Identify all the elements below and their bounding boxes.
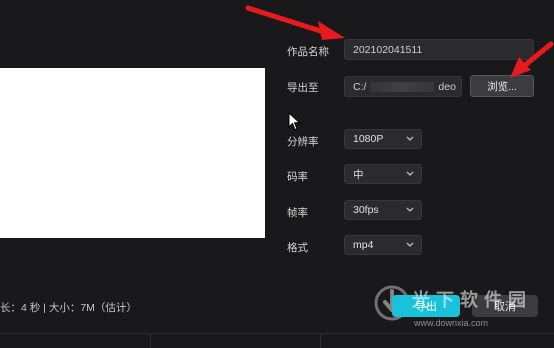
bitrate-select[interactable]: 中 [344, 164, 422, 184]
mouse-pointer-icon [288, 112, 301, 131]
browse-button[interactable]: 浏览... [470, 75, 534, 97]
timeline-tick [320, 334, 321, 348]
resolution-value: 1080P [353, 133, 384, 145]
path-suffix: deo [438, 80, 456, 93]
name-label: 作品名称 [287, 46, 329, 58]
chevron-down-icon [405, 205, 415, 215]
format-label: 格式 [287, 242, 308, 254]
framerate-label: 帧率 [287, 207, 308, 219]
name-value: 202102041511 [353, 43, 423, 56]
resolution-label: 分辨率 [287, 136, 319, 148]
framerate-select[interactable]: 30fps [344, 200, 422, 220]
path-redacted [370, 81, 435, 92]
watermark-url: www.downxia.com [414, 318, 489, 328]
format-select[interactable]: mp4 [344, 235, 422, 255]
bottom-divider [0, 333, 554, 334]
export-estimate-status: 长：4 秒 | 大小：7M（估计） [0, 302, 137, 314]
format-value: mp4 [353, 239, 374, 251]
chevron-down-icon [405, 240, 415, 250]
chevron-down-icon [405, 134, 415, 144]
export-path-input[interactable]: C:/ deo [344, 76, 462, 97]
export-path-label: 导出至 [287, 82, 319, 94]
bitrate-label: 码率 [287, 171, 308, 183]
timeline-tick [150, 334, 151, 348]
chevron-down-icon [405, 169, 415, 179]
path-prefix: C:/ [353, 80, 367, 93]
name-input[interactable]: 202102041511 [344, 39, 534, 60]
resolution-select[interactable]: 1080P [344, 129, 422, 149]
framerate-value: 30fps [353, 204, 379, 216]
watermark-text: 光下软件园 [412, 290, 532, 311]
video-preview [0, 68, 265, 238]
bitrate-value: 中 [353, 168, 364, 181]
